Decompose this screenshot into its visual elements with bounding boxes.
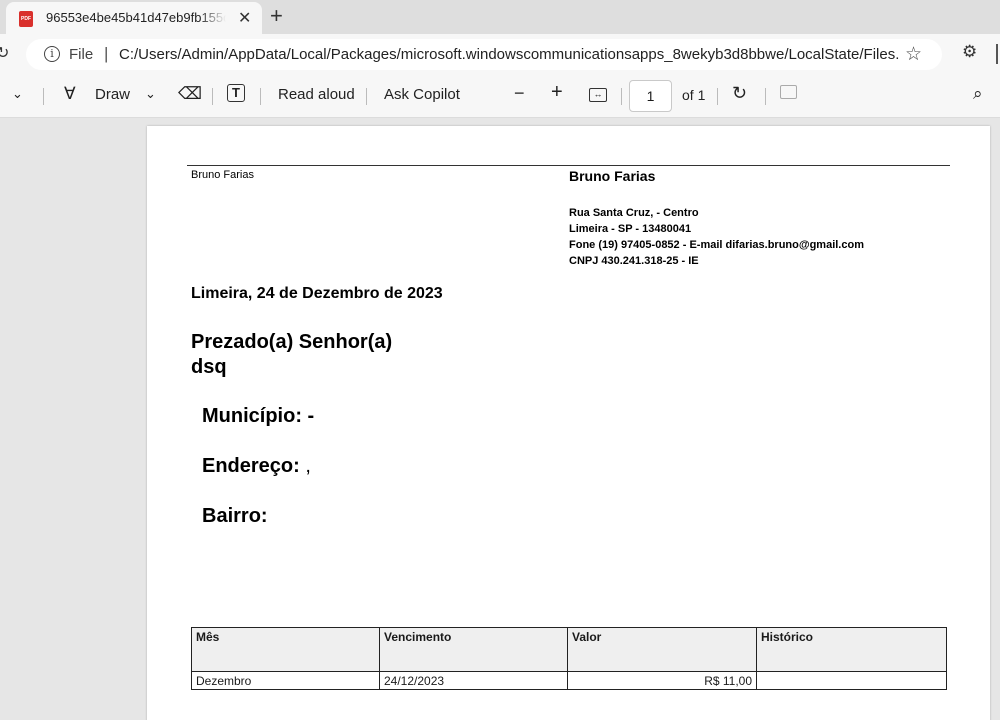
sender-contact-line: Fone (19) 97405-0852 - E-mail difarias.b…	[569, 239, 864, 251]
tab-strip: PDF 96553e4be45b41d47eb9fb155dc ✕ +	[0, 0, 1000, 34]
toolbar-edge-divider	[996, 44, 998, 64]
url-text[interactable]: C:/Users/Admin/AppData/Local/Packages/mi…	[119, 46, 899, 63]
header-rule	[187, 165, 950, 166]
extensions-icon[interactable]: ⚙	[962, 42, 977, 62]
browser-tab[interactable]: PDF 96553e4be45b41d47eb9fb155dc ✕	[6, 2, 262, 34]
greeting: Prezado(a) Senhor(a)	[191, 331, 393, 353]
new-tab-icon[interactable]: +	[270, 3, 283, 29]
sender-name: Bruno Farias	[569, 168, 656, 184]
endereco-value: ,	[305, 455, 311, 477]
date-line: Limeira, 24 de Dezembro de 2023	[191, 285, 443, 302]
draw-button[interactable]: Draw	[95, 86, 130, 103]
draw-icon[interactable]: ∀	[64, 84, 76, 104]
column-header-historico: Histórico	[756, 627, 947, 672]
cell-mes: Dezembro	[191, 671, 380, 690]
sender-city-line: Limeira - SP - 13480041	[569, 223, 692, 235]
bairro-field: Bairro:	[202, 505, 268, 528]
address-bar[interactable]: i File | C:/Users/Admin/AppData/Local/Pa…	[26, 39, 942, 70]
toolbar-divider	[717, 88, 718, 105]
table-header-row: Mês Vencimento Valor Histórico	[191, 627, 947, 672]
chevron-down-icon[interactable]: ⌄	[12, 86, 23, 102]
pdf-page: Bruno Farias Bruno Farias Rua Santa Cruz…	[147, 126, 990, 720]
draw-options-chevron-icon[interactable]: ⌄	[145, 86, 156, 102]
search-icon[interactable]: ⌕	[973, 84, 983, 104]
pdf-file-icon: PDF	[19, 11, 33, 27]
cell-historico	[756, 671, 947, 690]
page-number-input[interactable]: 1	[629, 80, 672, 112]
sender-cnpj-line: CNPJ 430.241.318-25 - IE	[569, 255, 699, 267]
zoom-in-icon[interactable]: +	[551, 81, 563, 104]
pdf-viewer[interactable]: Bruno Farias Bruno Farias Rua Santa Cruz…	[0, 118, 1000, 720]
eraser-icon[interactable]: ⌫	[178, 84, 202, 104]
municipio-field: Município: -	[202, 405, 314, 428]
cell-valor: R$ 11,00	[567, 671, 757, 690]
address-separator: |	[104, 44, 109, 63]
recipient-name: dsq	[191, 356, 227, 378]
fit-to-width-icon[interactable]: ↔	[589, 84, 607, 102]
read-aloud-button[interactable]: Read aloud	[278, 86, 355, 103]
close-tab-icon[interactable]: ✕	[238, 8, 251, 28]
bairro-label: Bairro:	[202, 505, 268, 527]
toolbar-divider	[260, 88, 261, 105]
ask-copilot-button[interactable]: Ask Copilot	[384, 86, 460, 103]
toolbar-divider	[212, 88, 213, 105]
billing-table: Mês Vencimento Valor Histórico Dezembro …	[191, 627, 947, 690]
municipio-value: -	[307, 405, 315, 427]
toolbar-divider	[621, 88, 622, 105]
info-icon[interactable]: i	[44, 46, 60, 62]
column-header-mes: Mês	[191, 627, 380, 672]
toolbar-divider	[43, 88, 44, 105]
column-header-valor: Valor	[567, 627, 757, 672]
favorite-star-icon[interactable]: ☆	[905, 43, 922, 66]
cell-vencimento: 24/12/2023	[379, 671, 568, 690]
file-scheme-label: File	[69, 46, 94, 63]
toolbar-divider	[366, 88, 367, 105]
municipio-label: Município:	[202, 405, 302, 427]
sender-name-left: Bruno Farias	[191, 169, 254, 181]
pdf-toolbar: ⌄ ∀ Draw ⌄ ⌫ T Read aloud Ask Copilot − …	[0, 74, 1000, 118]
endereco-field: Endereço: ,	[202, 455, 311, 478]
zoom-out-icon[interactable]: −	[514, 83, 525, 104]
rotate-icon[interactable]: ↻	[732, 83, 747, 104]
sender-address-line: Rua Santa Cruz, - Centro	[569, 207, 699, 219]
toolbar-divider	[765, 88, 766, 105]
endereco-label: Endereço:	[202, 455, 300, 477]
column-header-vencimento: Vencimento	[379, 627, 568, 672]
tab-title: 96553e4be45b41d47eb9fb155dc	[46, 10, 226, 25]
reload-icon[interactable]: ↻	[0, 43, 9, 63]
page-view-icon[interactable]	[780, 85, 797, 103]
text-box-icon[interactable]: T	[227, 84, 245, 102]
address-bar-row: ↻ i File | C:/Users/Admin/AppData/Local/…	[0, 34, 1000, 74]
page-count-label: of 1	[682, 87, 706, 103]
table-row: Dezembro 24/12/2023 R$ 11,00	[191, 671, 947, 690]
